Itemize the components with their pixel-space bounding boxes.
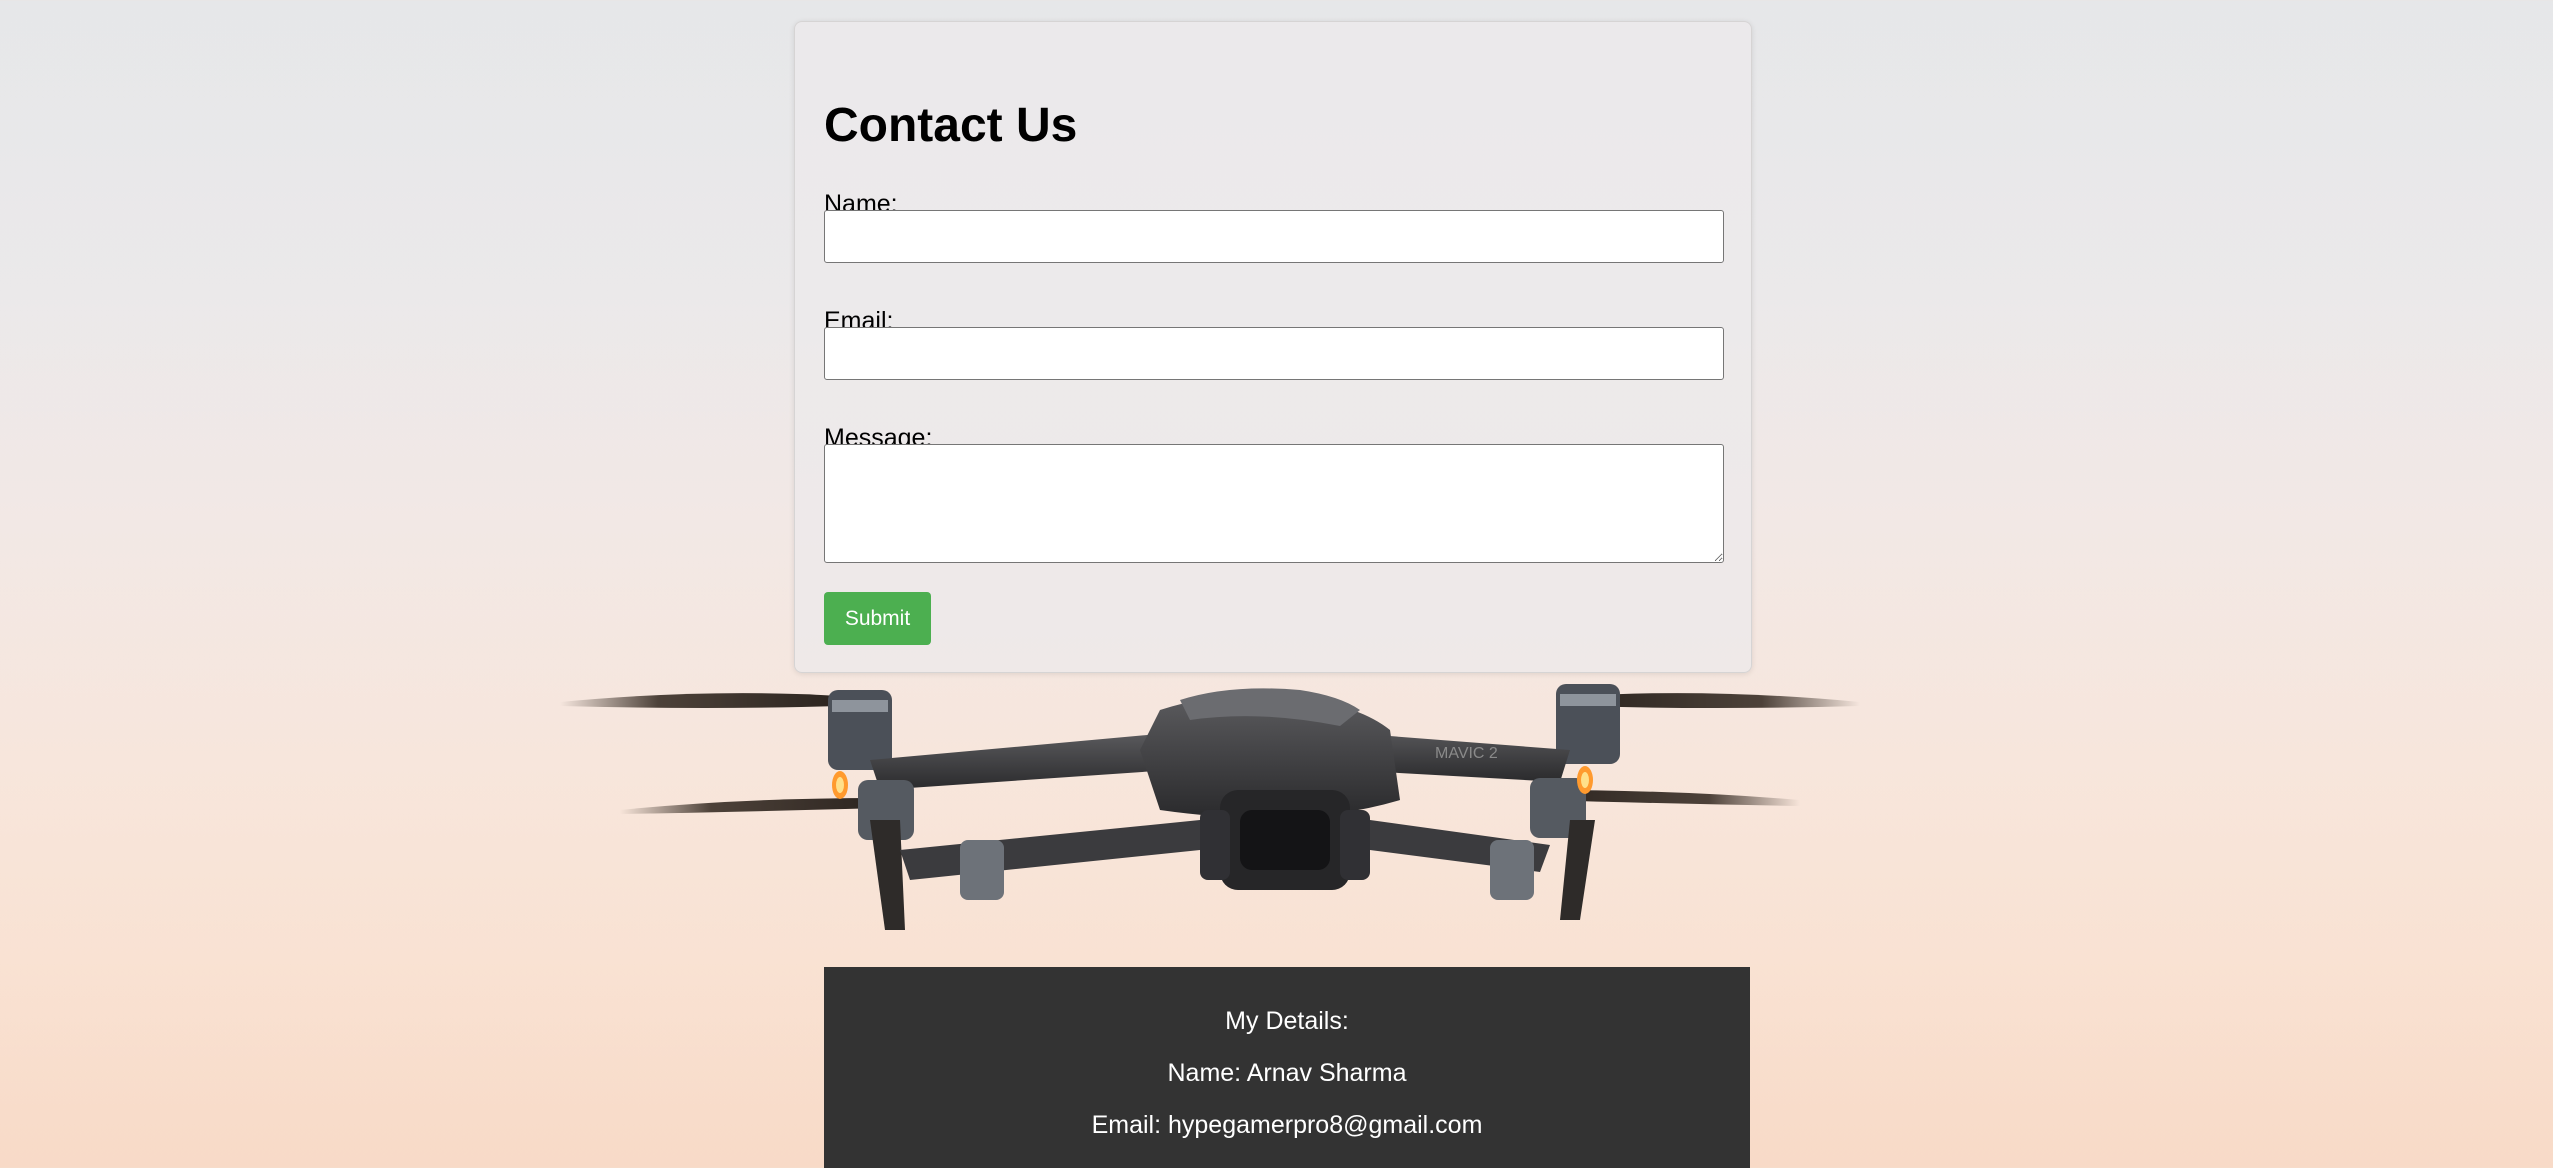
drone-model-text: MAVIC 2 bbox=[1435, 745, 1498, 762]
submit-button[interactable]: Submit bbox=[824, 592, 931, 645]
email-input[interactable] bbox=[824, 327, 1724, 380]
message-textarea[interactable] bbox=[824, 444, 1724, 563]
page-title: Contact Us bbox=[824, 99, 1078, 152]
details-heading: My Details: bbox=[1225, 1007, 1349, 1035]
details-email: Email: hypegamerpro8@gmail.com bbox=[1091, 1111, 1483, 1139]
name-input[interactable] bbox=[824, 210, 1724, 263]
details-name: Name: Arnav Sharma bbox=[1167, 1059, 1407, 1087]
contact-form-card: Contact Us Name: Email: Message: Submit bbox=[794, 21, 1752, 673]
details-section: My Details: Name: Arnav Sharma Email: hy… bbox=[824, 967, 1750, 1168]
drone-image: MAVIC 2 bbox=[560, 684, 1860, 930]
